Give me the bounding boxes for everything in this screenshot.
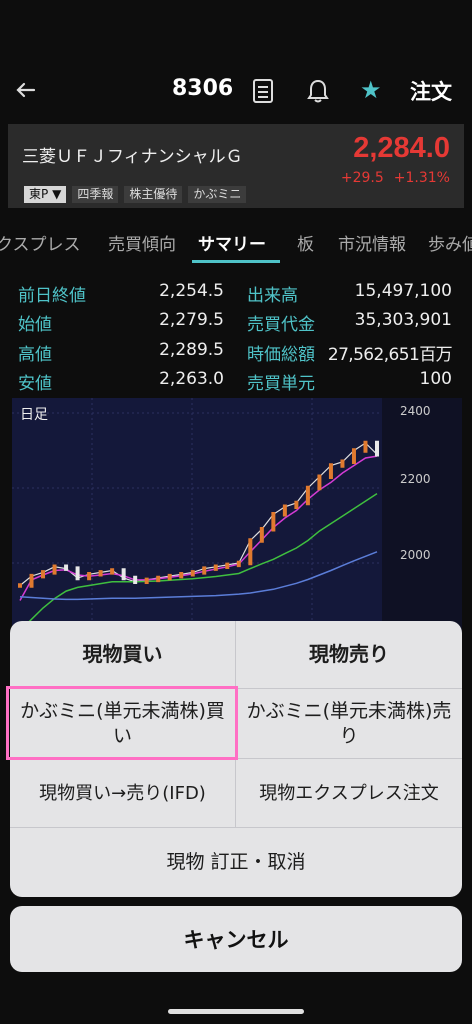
- y-tick-2000: 2000: [400, 548, 431, 562]
- candle: [64, 564, 69, 571]
- candle: [52, 564, 57, 575]
- candle: [294, 500, 299, 509]
- home-indicator: [168, 1009, 304, 1014]
- tab-summary[interactable]: サマリー: [198, 230, 266, 255]
- tab-ticks[interactable]: 歩み値: [428, 230, 472, 255]
- stock-info-card: 三菱ＵＦＪフィナンシャルＧ 2,284.0 +29.5 +1.31% 東P ▼ 四季…: [8, 124, 464, 208]
- candle: [248, 538, 253, 566]
- candle: [144, 577, 149, 584]
- shikiho-tag[interactable]: 四季報: [72, 186, 119, 203]
- candle: [75, 566, 80, 581]
- stat-value-prev-close: 2,254.5: [159, 281, 224, 301]
- candle: [133, 575, 138, 584]
- stat-label-volume: 出来高: [247, 286, 298, 306]
- candle: [87, 572, 92, 581]
- stat-label-low: 安値: [18, 374, 52, 394]
- stat-label-unit: 売買単元: [247, 374, 315, 394]
- yutai-tag[interactable]: 株主優待: [124, 186, 183, 203]
- stat-value-market-cap: 27,562,651百万: [327, 345, 453, 365]
- tab-trend[interactable]: 売買傾向: [108, 230, 176, 255]
- y-tick-2200: 2200: [400, 472, 431, 486]
- stat-value-volume: 15,497,100: [354, 281, 452, 301]
- tab-board[interactable]: 板: [297, 230, 314, 255]
- candle: [305, 485, 310, 506]
- stat-label-turnover: 売買代金: [247, 315, 315, 335]
- tab-bar: クスプレス 売買傾向 サマリー 板 市況情報 歩み値: [0, 222, 472, 263]
- market-label: 東P: [29, 187, 49, 201]
- candle: [190, 570, 195, 577]
- candle: [328, 463, 333, 479]
- ifd-order-button[interactable]: 現物買い→売り(IFD): [10, 759, 235, 827]
- chart-title: 日足: [20, 407, 48, 423]
- top-bar: 8306 ★ 注文: [0, 70, 472, 115]
- candle: [110, 568, 115, 575]
- candle: [363, 440, 368, 453]
- kabumini-sell-button[interactable]: かぶミニ(単元未満株)売り: [236, 689, 462, 758]
- candle: [282, 504, 287, 517]
- stock-code: 8306: [172, 76, 234, 101]
- memo-icon[interactable]: [252, 78, 274, 104]
- back-arrow-icon[interactable]: [12, 76, 40, 104]
- stock-name: 三菱ＵＦＪフィナンシャルＧ: [22, 147, 243, 167]
- market-select[interactable]: 東P ▼: [24, 186, 67, 203]
- stat-value-open: 2,279.5: [159, 310, 224, 330]
- highlight-box: [6, 686, 238, 760]
- current-price: 2,284.0: [353, 132, 450, 164]
- change-percent: +1.31%: [393, 170, 450, 186]
- candle: [29, 573, 34, 588]
- favorite-star-icon[interactable]: ★: [360, 76, 382, 104]
- candle: [375, 440, 379, 457]
- candle: [340, 459, 345, 468]
- stat-value-turnover: 35,303,901: [354, 310, 452, 330]
- active-tab-indicator: [192, 260, 280, 263]
- daily-chart[interactable]: 日足 2400 2200 2000: [12, 398, 462, 638]
- cancel-button[interactable]: キャンセル: [10, 906, 462, 972]
- stat-label-high: 高値: [18, 345, 52, 365]
- candle: [271, 512, 276, 532]
- tab-market[interactable]: 市況情報: [338, 230, 406, 255]
- candle: [213, 564, 218, 571]
- candle: [167, 573, 172, 581]
- order-button[interactable]: 注文: [410, 76, 452, 106]
- y-tick-2400: 2400: [400, 404, 431, 418]
- correct-cancel-button[interactable]: 現物 訂正・取消: [10, 828, 462, 897]
- kabumini-tag[interactable]: かぶミニ: [188, 186, 247, 203]
- stat-label-open: 始値: [18, 315, 52, 335]
- candle: [202, 566, 207, 575]
- spot-sell-button[interactable]: 現物売り: [236, 621, 462, 688]
- candle: [18, 583, 22, 588]
- candle: [98, 570, 103, 577]
- stat-value-high: 2,289.5: [159, 340, 224, 360]
- bell-icon[interactable]: [306, 78, 330, 104]
- candle: [121, 568, 126, 581]
- candle: [317, 474, 322, 491]
- stat-label-market-cap: 時価総額: [247, 345, 315, 365]
- candle: [259, 527, 264, 543]
- spot-buy-button[interactable]: 現物買い: [10, 621, 235, 688]
- candle: [179, 572, 184, 579]
- candle: [41, 570, 46, 579]
- chart-canvas: [12, 398, 462, 638]
- stat-label-prev-close: 前日終値: [18, 286, 86, 306]
- candle: [351, 448, 356, 464]
- change-value: +29.5: [340, 170, 384, 186]
- candle: [156, 575, 161, 583]
- stat-value-unit: 100: [419, 369, 452, 389]
- candle: [236, 560, 241, 568]
- dropdown-triangle-icon: ▼: [52, 187, 62, 201]
- express-order-button[interactable]: 現物エクスプレス注文: [236, 759, 462, 827]
- tab-express[interactable]: クスプレス: [0, 230, 81, 255]
- price-change: +29.5 +1.31%: [331, 170, 450, 186]
- tag-row: 東P ▼ 四季報 株主優待 かぶミニ: [24, 186, 252, 204]
- stat-value-low: 2,263.0: [159, 369, 224, 389]
- candle: [225, 562, 230, 569]
